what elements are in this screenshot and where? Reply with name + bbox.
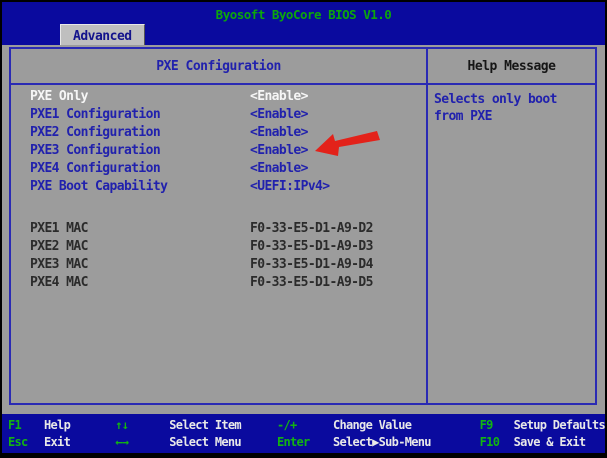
- setting-row-pxe4-configuration[interactable]: PXE4 Configuration <Enable>: [11, 160, 426, 178]
- hint-setup-defaults: F9Setup Defaults: [480, 417, 605, 434]
- hint-change-value: -/+Change Value: [277, 417, 480, 434]
- setting-value[interactable]: <Enable>: [250, 88, 308, 106]
- mac-row-pxe2: PXE2 MAC F0-33-E5-D1-A9-D3: [11, 238, 426, 256]
- key-enter: Enter: [277, 434, 333, 451]
- panel-header: PXE Configuration Help Message: [11, 49, 595, 85]
- hint-sub-menu: EnterSelect▶Sub-Menu: [277, 434, 480, 451]
- key-leftright-arrows-icon: ←→: [115, 434, 169, 451]
- setting-value[interactable]: <UEFI:IPv4>: [250, 178, 330, 196]
- setting-label: PXE3 Configuration: [30, 142, 160, 160]
- mac-value: F0-33-E5-D1-A9-D3: [250, 238, 373, 256]
- setting-value[interactable]: <Enable>: [250, 142, 308, 160]
- bios-screen: Byosoft ByoCore BIOS V1.0 Advanced PXE C…: [0, 0, 607, 458]
- key-hint-bar: F1Help EscExit ↑↓Select Item ←→Select Me…: [2, 414, 605, 453]
- mac-value: F0-33-E5-D1-A9-D4: [250, 256, 373, 274]
- key-esc: Esc: [8, 434, 44, 451]
- main-panel: PXE Configuration Help Message PXE Only …: [9, 47, 597, 405]
- setting-label: PXE2 Configuration: [30, 124, 160, 142]
- setting-label: PXE Boot Capability: [30, 178, 167, 196]
- key-f9: F9: [480, 417, 514, 434]
- key-f10: F10: [480, 434, 514, 451]
- hint-save-exit: F10Save & Exit: [480, 434, 605, 451]
- mac-value: F0-33-E5-D1-A9-D2: [250, 220, 373, 238]
- mac-row-pxe3: PXE3 MAC F0-33-E5-D1-A9-D4: [11, 256, 426, 274]
- setting-label: PXE4 Configuration: [30, 160, 160, 178]
- title-bar: Byosoft ByoCore BIOS V1.0 Advanced: [2, 2, 605, 45]
- mac-label: PXE3 MAC: [30, 256, 88, 274]
- help-panel-title: Help Message: [428, 49, 595, 83]
- tab-advanced[interactable]: Advanced: [60, 24, 145, 47]
- setting-value[interactable]: <Enable>: [250, 160, 308, 178]
- mac-row-pxe4: PXE4 MAC F0-33-E5-D1-A9-D5: [11, 274, 426, 292]
- red-arrow-annotation-icon: [314, 130, 380, 157]
- key-minus-plus: -/+: [277, 417, 333, 434]
- work-area: PXE Configuration Help Message PXE Only …: [2, 45, 605, 414]
- key-f1: F1: [8, 417, 44, 434]
- setting-row-pxe-boot-capability[interactable]: PXE Boot Capability <UEFI:IPv4>: [11, 178, 426, 196]
- setting-value[interactable]: <Enable>: [250, 124, 308, 142]
- mac-label: PXE4 MAC: [30, 274, 88, 292]
- hint-select-menu: ←→Select Menu: [115, 434, 277, 451]
- key-updown-arrows-icon: ↑↓: [115, 417, 169, 434]
- hint-select-item: ↑↓Select Item: [115, 417, 277, 434]
- setting-label: PXE1 Configuration: [30, 106, 160, 124]
- hint-exit: EscExit: [8, 434, 115, 451]
- mac-value: F0-33-E5-D1-A9-D5: [250, 274, 373, 292]
- help-text: Selects only boot from PXE: [428, 85, 595, 125]
- mac-label: PXE1 MAC: [30, 220, 88, 238]
- bios-title: Byosoft ByoCore BIOS V1.0: [2, 7, 605, 22]
- setting-value[interactable]: <Enable>: [250, 106, 308, 124]
- section-title: PXE Configuration: [11, 49, 428, 83]
- help-panel: Selects only boot from PXE: [428, 85, 595, 403]
- mac-address-list: PXE1 MAC F0-33-E5-D1-A9-D2 PXE2 MAC F0-3…: [11, 220, 426, 292]
- setting-row-pxe-only[interactable]: PXE Only <Enable>: [11, 88, 426, 106]
- hint-help: F1Help: [8, 417, 115, 434]
- setting-label: PXE Only: [30, 88, 88, 106]
- mac-row-pxe1: PXE1 MAC F0-33-E5-D1-A9-D2: [11, 220, 426, 238]
- setting-row-pxe1-configuration[interactable]: PXE1 Configuration <Enable>: [11, 106, 426, 124]
- mac-label: PXE2 MAC: [30, 238, 88, 256]
